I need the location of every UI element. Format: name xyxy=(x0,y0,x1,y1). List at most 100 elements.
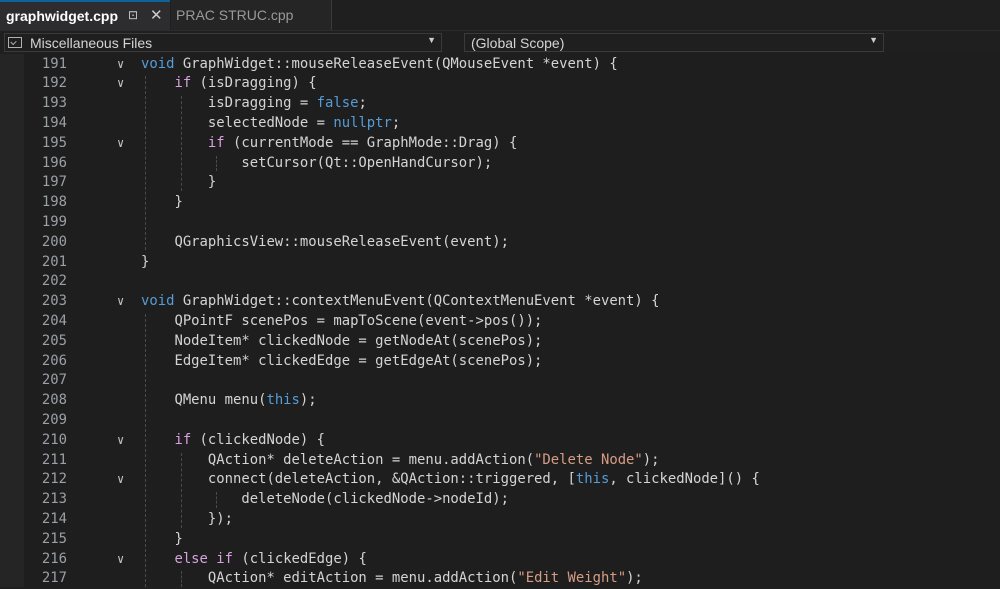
code-text: }); xyxy=(141,510,233,527)
code-line[interactable]: 212 ∨ connect(deleteAction, &QAction::tri… xyxy=(0,470,1000,490)
code-line[interactable]: 216 ∨ else if (clickedEdge) { xyxy=(0,550,1000,570)
line-number: 209 xyxy=(41,411,67,428)
line-number: 203 xyxy=(41,293,67,310)
code-text: QAction* deleteAction = menu.addAction("… xyxy=(141,451,660,468)
code-text: } xyxy=(141,530,183,547)
tab-label: PRAC STRUC.cpp xyxy=(176,7,294,23)
code-line[interactable]: 215 } xyxy=(0,530,1000,550)
code-text: } xyxy=(141,194,183,211)
code-line[interactable]: 194 selectedNode = nullptr; xyxy=(0,114,1000,134)
code-text: setCursor(Qt::OpenHandCursor); xyxy=(141,154,493,171)
line-number: 210 xyxy=(41,431,67,448)
project-dropdown[interactable]: Miscellaneous Files ▼ xyxy=(4,33,442,52)
fold-chevron-icon[interactable]: ∨ xyxy=(117,74,124,94)
code-line[interactable]: 199 xyxy=(0,213,1000,233)
code-text: if (isDragging) { xyxy=(174,75,317,92)
chevron-down-icon[interactable]: ▼ xyxy=(427,35,436,45)
code-text: } xyxy=(141,174,217,191)
line-number: 199 xyxy=(41,213,67,230)
line-number: 195 xyxy=(41,134,67,151)
line-number: 197 xyxy=(41,174,67,191)
fold-chevron-icon[interactable]: ∨ xyxy=(117,292,124,312)
code-text: QAction* editAction = menu.addAction("Ed… xyxy=(141,570,643,587)
code-line[interactable]: 209 xyxy=(0,411,1000,431)
scope-dropdown-value: (Global Scope) xyxy=(471,34,565,51)
document-tab-bar: graphwidget.cpp ⊡ ✕ PRAC STRUC.cpp xyxy=(0,0,1000,32)
code-text: if (clickedNode) { xyxy=(174,431,325,448)
code-line[interactable]: 202 xyxy=(0,272,1000,292)
code-text: QPointF scenePos = mapToScene(event->pos… xyxy=(141,312,543,329)
line-number: 216 xyxy=(41,550,67,567)
indent-guide xyxy=(145,76,146,251)
line-number: 205 xyxy=(41,332,67,349)
code-text: deleteNode(clickedNode->nodeId); xyxy=(141,491,509,508)
fold-chevron-icon[interactable]: ∨ xyxy=(117,550,124,570)
code-line[interactable]: 200 QGraphicsView::mouseReleaseEvent(eve… xyxy=(0,233,1000,253)
line-number: 211 xyxy=(41,451,67,468)
indent-guide xyxy=(216,155,218,172)
fold-chevron-icon[interactable]: ∨ xyxy=(117,55,124,75)
indent-guide xyxy=(180,96,182,192)
line-number: 206 xyxy=(41,352,67,369)
code-line[interactable]: 205 NodeItem* clickedNode = getNodeAt(sc… xyxy=(0,332,1000,352)
line-number: 208 xyxy=(41,392,67,409)
code-line[interactable]: 204 QPointF scenePos = mapToScene(event-… xyxy=(0,312,1000,332)
line-number: 213 xyxy=(41,491,67,508)
code-text: isDragging = false; xyxy=(141,95,367,112)
tab-graphwidget-cpp[interactable]: graphwidget.cpp ⊡ ✕ xyxy=(0,0,170,30)
project-dropdown-value: Miscellaneous Files xyxy=(30,34,153,51)
fold-chevron-icon[interactable]: ∨ xyxy=(117,431,124,451)
code-text: NodeItem* clickedNode = getNodeAt(sceneP… xyxy=(141,332,543,349)
line-number: 192 xyxy=(41,75,67,92)
code-text: connect(deleteAction, &QAction::triggere… xyxy=(141,471,760,488)
code-line[interactable]: 198 } xyxy=(0,193,1000,213)
code-line[interactable]: 211 QAction* deleteAction = menu.addActi… xyxy=(0,451,1000,471)
file-icon xyxy=(8,37,22,48)
line-number: 212 xyxy=(41,471,67,488)
chevron-down-icon[interactable]: ▼ xyxy=(869,35,878,45)
tab-label: graphwidget.cpp xyxy=(6,8,118,24)
line-number: 196 xyxy=(41,154,67,171)
code-line[interactable]: 197 } xyxy=(0,173,1000,193)
fold-chevron-icon[interactable]: ∨ xyxy=(117,470,124,490)
line-number: 191 xyxy=(41,55,67,72)
line-number: 215 xyxy=(41,530,67,547)
fold-chevron-icon[interactable]: ∨ xyxy=(117,134,124,154)
line-number: 193 xyxy=(41,95,67,112)
pin-icon[interactable]: ⊡ xyxy=(128,8,138,22)
code-line[interactable]: 201} xyxy=(0,253,1000,273)
line-number: 204 xyxy=(41,312,67,329)
line-number: 214 xyxy=(41,510,67,527)
code-line[interactable]: 206 EdgeItem* clickedEdge = getEdgeAt(sc… xyxy=(0,352,1000,372)
indent-guide xyxy=(145,313,146,588)
scope-dropdown[interactable]: (Global Scope) ▼ xyxy=(464,33,884,52)
code-line[interactable]: 195 ∨ if (currentMode == GraphMode::Drag)… xyxy=(0,134,1000,154)
indent-guide xyxy=(216,492,218,508)
close-icon[interactable]: ✕ xyxy=(150,6,163,24)
code-text: if (currentMode == GraphMode::Drag) { xyxy=(207,134,518,151)
code-line[interactable]: 192 ∨ if (isDragging) { xyxy=(0,74,1000,94)
line-number: 198 xyxy=(41,194,67,211)
line-number: 200 xyxy=(41,233,67,250)
line-number: 207 xyxy=(41,372,67,389)
code-line[interactable]: 208 QMenu menu(this); xyxy=(0,391,1000,411)
code-text: QGraphicsView::mouseReleaseEvent(event); xyxy=(141,233,509,250)
line-number: 194 xyxy=(41,114,67,131)
code-line[interactable]: 207 xyxy=(0,371,1000,391)
line-number: 201 xyxy=(41,253,67,270)
code-text: void GraphWidget::mouseReleaseEvent(QMou… xyxy=(141,55,618,72)
code-line[interactable]: 191 ∨ void GraphWidget::mouseReleaseEvent(… xyxy=(0,55,1000,75)
code-editor[interactable]: 191 ∨ void GraphWidget::mouseReleaseEvent(… xyxy=(0,54,1000,589)
code-text: else if (clickedEdge) { xyxy=(174,550,367,567)
code-line[interactable]: 217 QAction* editAction = menu.addAction… xyxy=(0,569,1000,589)
tab-prac-struc-cpp[interactable]: PRAC STRUC.cpp xyxy=(171,0,332,30)
code-line[interactable]: 213 deleteNode(clickedNode->nodeId); xyxy=(0,490,1000,510)
code-line[interactable]: 196 setCursor(Qt::OpenHandCursor); xyxy=(0,154,1000,174)
code-text: void GraphWidget::contextMenuEvent(QCont… xyxy=(141,293,660,310)
code-line[interactable]: 203 ∨ void GraphWidget::contextMenuEvent(Q… xyxy=(0,292,1000,312)
code-line[interactable]: 210 ∨ if (clickedNode) { xyxy=(0,431,1000,451)
code-line[interactable]: 214 }); xyxy=(0,510,1000,530)
line-number: 217 xyxy=(41,570,67,587)
code-text: } xyxy=(141,253,150,270)
code-line[interactable]: 193 isDragging = false; xyxy=(0,94,1000,114)
